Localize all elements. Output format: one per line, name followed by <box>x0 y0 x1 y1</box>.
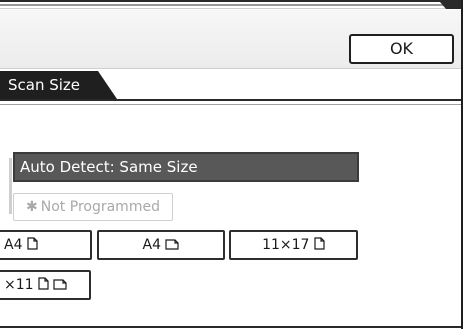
tab-rule <box>0 99 463 101</box>
a4-portrait-label: A4 <box>4 237 23 253</box>
a4-landscape-button[interactable]: A4 <box>97 230 225 260</box>
tab-scan-size[interactable]: Scan Size <box>0 70 118 100</box>
a4-landscape-label: A4 <box>142 237 162 253</box>
size-8x11-label: ×11 <box>4 277 34 293</box>
asterisk-icon: ✱ <box>26 199 38 215</box>
tab-scan-size-label: Scan Size <box>8 76 81 94</box>
portrait-paper-icon <box>314 237 325 250</box>
landscape-paper-icon <box>53 279 68 290</box>
landscape-paper-icon <box>165 239 180 250</box>
auto-detect-same-size-button[interactable]: Auto Detect: Same Size <box>13 152 359 182</box>
size-11x17-label: 11×17 <box>262 237 310 253</box>
ok-button[interactable]: OK <box>349 34 454 64</box>
a4-portrait-button[interactable]: A4 <box>0 230 92 260</box>
not-programmed-button[interactable]: ✱ Not Programmed <box>13 193 173 221</box>
corner-tab-shape <box>368 0 463 9</box>
size-11x17-button[interactable]: 11×17 <box>229 230 358 260</box>
left-edge-bar <box>9 158 12 214</box>
portrait-paper-icon <box>27 237 38 250</box>
bottom-border <box>0 326 463 328</box>
tab-rule-shadow <box>0 104 463 105</box>
scan-size-dialog: OK Scan Size Auto Detect: Same Size ✱ Not… <box>0 0 463 329</box>
portrait-paper-icon <box>38 277 49 290</box>
size-8x11-button[interactable]: ×11 <box>0 270 91 300</box>
not-programmed-label: Not Programmed <box>40 199 160 215</box>
title-bar: OK <box>0 10 463 69</box>
